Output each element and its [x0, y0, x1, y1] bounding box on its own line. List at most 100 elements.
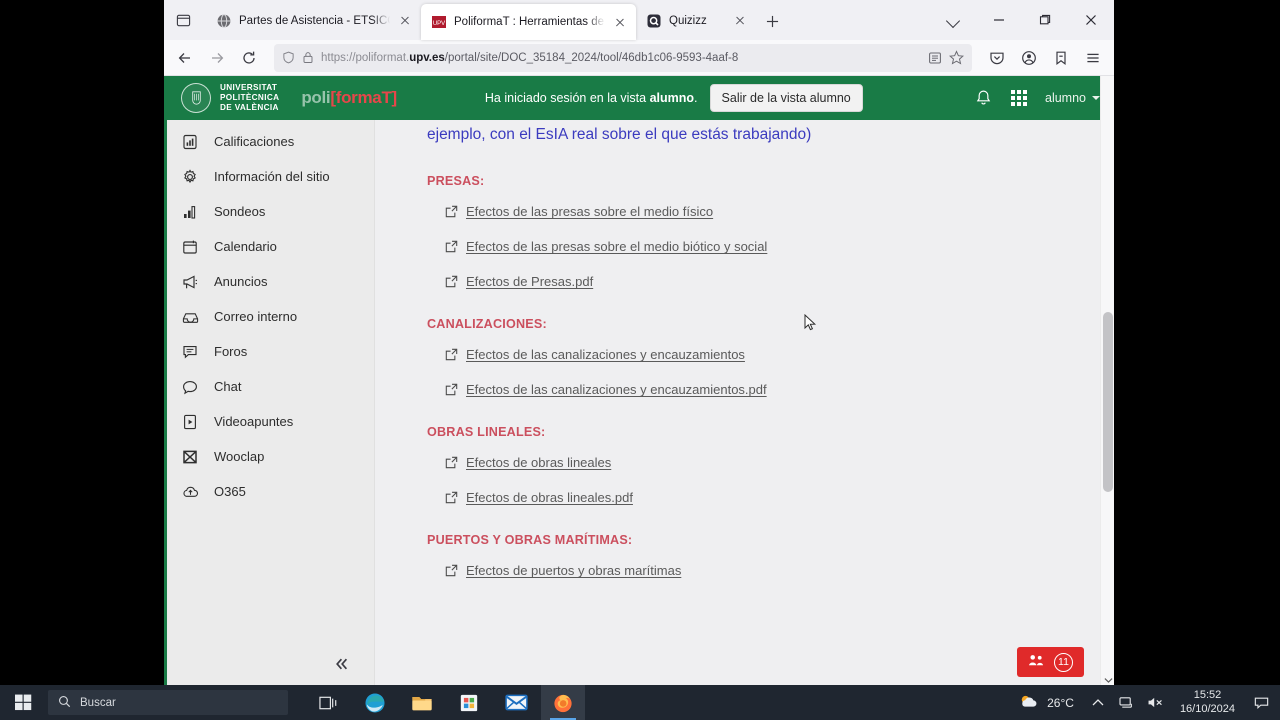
url-path: /portal/site/DOC_35184_2024/tool/46db1c0… [444, 51, 739, 64]
sidebar-item-label: Calificaciones [214, 134, 295, 149]
back-arrow-icon[interactable] [170, 44, 200, 72]
wooclap-icon [181, 448, 199, 466]
external-link-icon [445, 564, 458, 577]
forward-arrow-icon[interactable] [202, 44, 232, 72]
sidebar-item-chat[interactable]: Chat [167, 369, 374, 404]
sidebar-item-calificaciones[interactable]: Calificaciones [167, 124, 374, 159]
taskbar-clock[interactable]: 15:52 16/10/2024 [1172, 689, 1243, 717]
user-menu[interactable]: alumno [1045, 91, 1100, 105]
app-grid-icon[interactable] [1009, 88, 1029, 108]
sidebar-item-anuncios[interactable]: Anuncios [167, 264, 374, 299]
collapse-sidebar-button[interactable] [329, 653, 355, 679]
content-link[interactable]: Efectos de obras lineales [466, 455, 611, 470]
content-link-row[interactable]: Efectos de obras lineales.pdf [427, 490, 1082, 505]
pocket-icon[interactable] [982, 44, 1012, 72]
browser-window: Partes de Asistencia - ETSICCP UPV Polif… [164, 0, 1114, 687]
search-icon [58, 695, 71, 711]
content-link[interactable]: Efectos de obras lineales.pdf [466, 490, 633, 505]
minimize-button[interactable] [976, 0, 1022, 40]
page-body: Calificaciones Información del sitio Son… [164, 120, 1114, 687]
window-controls [930, 0, 1114, 40]
sidebar-item-label: Correo interno [214, 309, 298, 324]
sidebar-item-videoapuntes[interactable]: Videoapuntes [167, 404, 374, 439]
user-name-label: alumno [1045, 91, 1086, 105]
mouse-pointer-icon [804, 313, 818, 333]
maximize-button[interactable] [1022, 0, 1068, 40]
browser-tab-3[interactable]: Quizizz [636, 4, 756, 37]
tab-list-icon[interactable] [164, 0, 202, 40]
chevron-up-icon[interactable] [1085, 685, 1111, 720]
page-scrollbar[interactable] [1100, 76, 1114, 687]
close-window-button[interactable] [1068, 0, 1114, 40]
site-sidebar: Calificaciones Información del sitio Son… [164, 120, 375, 687]
windows-start-icon[interactable] [0, 685, 46, 720]
hamburger-menu-icon[interactable] [1078, 44, 1108, 72]
browser-tab-2[interactable]: UPV PoliformaT : Herramientas de e [421, 4, 636, 40]
new-tab-button[interactable] [756, 5, 788, 37]
notification-icon[interactable] [1246, 685, 1276, 720]
content-link[interactable]: Efectos de las canalizaciones y encauzam… [466, 382, 767, 397]
weather-widget[interactable]: 26°C [1010, 693, 1082, 713]
bar-chart-icon [181, 203, 199, 221]
reader-view-icon[interactable] [928, 51, 942, 65]
content-link-row[interactable]: Efectos de Presas.pdf [427, 274, 1082, 289]
close-icon[interactable] [732, 13, 748, 29]
address-bar[interactable]: https://poliformat.upv.es/portal/site/DO… [274, 43, 972, 72]
close-icon[interactable] [397, 13, 413, 29]
sidebar-item-calendario[interactable]: Calendario [167, 229, 374, 264]
microsoft-store-icon[interactable] [447, 685, 491, 720]
participants-badge[interactable]: 11 [1017, 647, 1084, 677]
mail-icon[interactable] [494, 685, 538, 720]
browser-nav-bar: https://poliformat.upv.es/portal/site/DO… [164, 40, 1114, 76]
taskbar-search-placeholder: Buscar [80, 696, 116, 709]
content-link-row[interactable]: Efectos de las presas sobre el medio fís… [427, 204, 1082, 219]
content-link[interactable]: Efectos de las canalizaciones y encauzam… [466, 347, 745, 362]
sidebar-item-label: Videoapuntes [214, 414, 294, 429]
list-all-tabs-button[interactable] [930, 0, 976, 40]
gear-icon [181, 168, 199, 186]
exit-student-view-button[interactable]: Salir de la vista alumno [709, 84, 863, 112]
browser-tab-1[interactable]: Partes de Asistencia - ETSICCP [206, 4, 421, 37]
reload-icon[interactable] [234, 44, 264, 72]
sidebar-item-sondeos[interactable]: Sondeos [167, 194, 374, 229]
bell-icon[interactable] [973, 88, 993, 108]
content-link-row[interactable]: Efectos de las canalizaciones y encauzam… [427, 347, 1082, 362]
svg-text:UPV: UPV [433, 21, 445, 27]
save-icon[interactable] [1046, 44, 1076, 72]
lock-icon [302, 51, 314, 64]
content-link[interactable]: Efectos de puertos y obras marítimas [466, 563, 681, 578]
tool-content: ejemplo, con el EsIA real sobre el que e… [375, 120, 1114, 687]
content-link-row[interactable]: Efectos de las canalizaciones y encauzam… [427, 382, 1082, 397]
chevron-down-icon [1092, 96, 1100, 100]
sidebar-item-label: Información del sitio [214, 169, 330, 184]
sidebar-item-o365[interactable]: O365 [167, 474, 374, 509]
star-icon[interactable] [949, 50, 964, 65]
sidebar-item-informacion-del-sitio[interactable]: Información del sitio [167, 159, 374, 194]
scrollbar-thumb[interactable] [1103, 312, 1113, 492]
firefox-icon[interactable] [541, 685, 585, 720]
content-link[interactable]: Efectos de las presas sobre el medio fís… [466, 204, 713, 219]
task-view-icon[interactable] [306, 685, 350, 720]
content-link-row[interactable]: Efectos de puertos y obras marítimas [427, 563, 1082, 578]
sidebar-item-wooclap[interactable]: Wooclap [167, 439, 374, 474]
content-link[interactable]: Efectos de Presas.pdf [466, 274, 593, 289]
system-tray: 26°C 15:52 16/10/2024 [1010, 685, 1280, 720]
volume-muted-icon[interactable] [1143, 685, 1169, 720]
account-icon[interactable] [1014, 44, 1044, 72]
taskbar-pinned-apps [306, 685, 585, 720]
sidebar-item-correo-interno[interactable]: Correo interno [167, 299, 374, 334]
content-link[interactable]: Efectos de las presas sobre el medio bió… [466, 239, 767, 254]
taskbar-search-box[interactable]: Buscar [48, 690, 288, 715]
upv-logo[interactable]: UNIVERSITAT POLITÈCNICA DE VALÈNCIA [181, 83, 279, 114]
edge-icon[interactable] [353, 685, 397, 720]
browser-tab-2-title: PoliformaT : Herramientas de e [454, 16, 605, 28]
file-explorer-icon[interactable] [400, 685, 444, 720]
close-icon[interactable] [612, 14, 628, 30]
content-link-row[interactable]: Efectos de obras lineales [427, 455, 1082, 470]
content-link-row[interactable]: Efectos de las presas sobre el medio bió… [427, 239, 1082, 254]
sidebar-item-foros[interactable]: Foros [167, 334, 374, 369]
poliformat-logo[interactable]: poli[formaT] [301, 88, 397, 108]
network-icon[interactable] [1114, 685, 1140, 720]
temperature-label: 26°C [1047, 695, 1074, 710]
session-role: alumno [649, 91, 695, 105]
